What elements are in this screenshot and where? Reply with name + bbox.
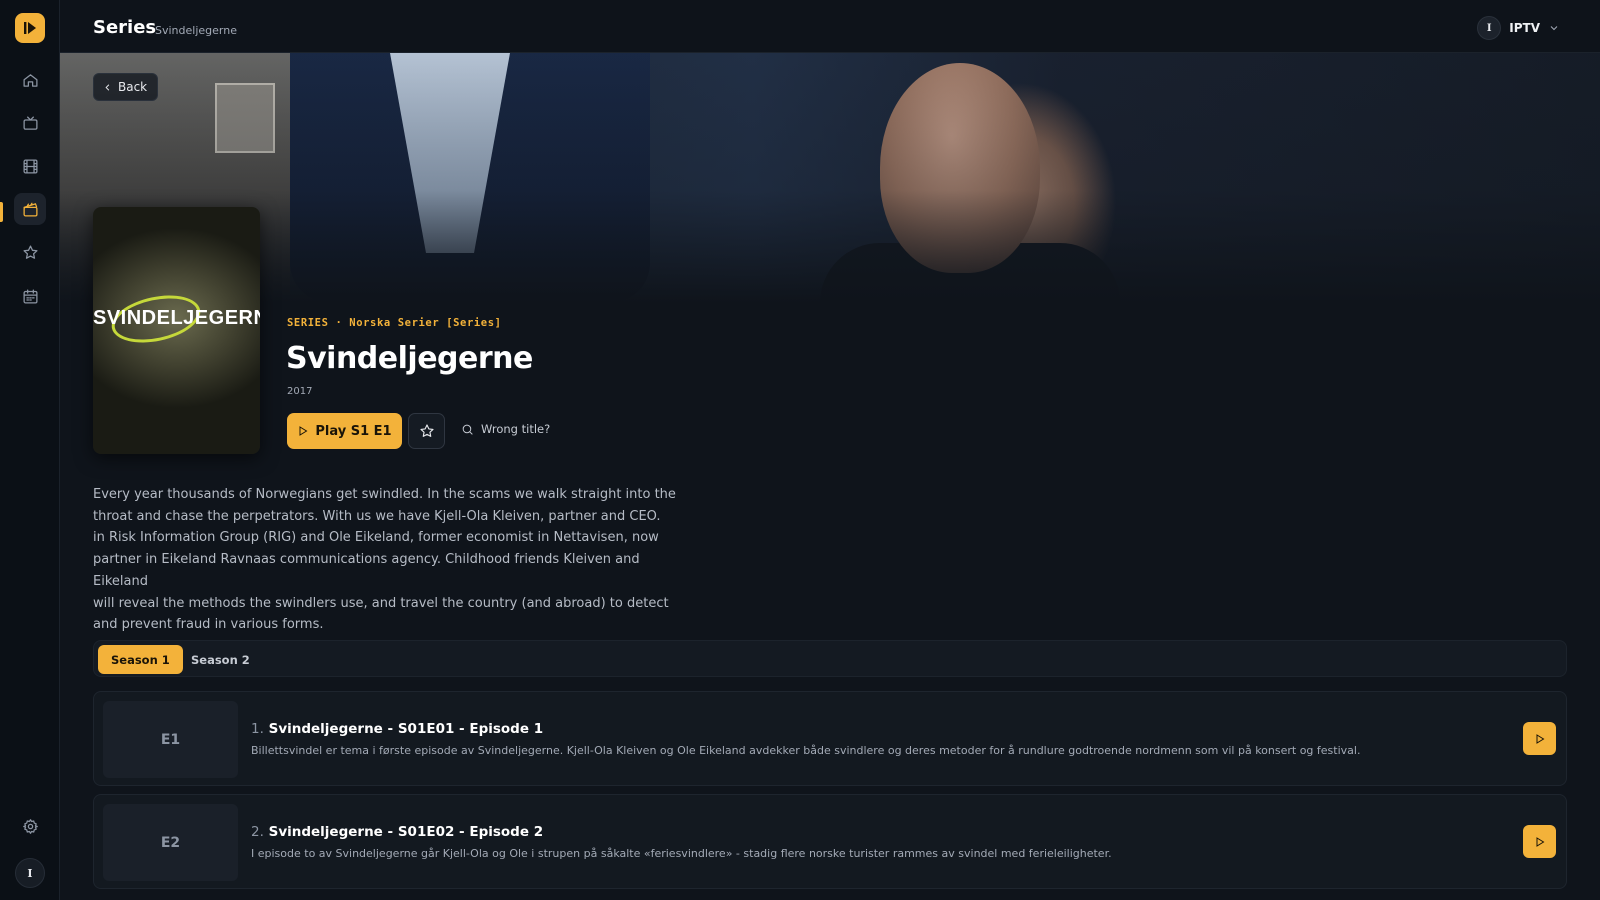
- film-icon: [22, 158, 38, 174]
- play-icon: [1536, 733, 1544, 744]
- episode-row[interactable]: E2 2. Svindeljegerne - S01E02 - Episode …: [93, 794, 1567, 889]
- sidebar-item-movies[interactable]: [14, 150, 46, 182]
- series-poster: SVINDELJEGERNE: [93, 207, 260, 454]
- hero-backdrop: [60, 53, 1600, 303]
- profile-name: IPTV: [1509, 21, 1540, 35]
- settings-button[interactable]: [14, 810, 46, 842]
- series-description: Every year thousands of Norwegians get s…: [93, 487, 676, 633]
- release-year: 2017: [287, 386, 313, 397]
- episode-title: 1. Svindeljegerne - S01E01 - Episode 1: [251, 721, 543, 737]
- favorite-button[interactable]: [408, 413, 445, 449]
- wrong-title-button[interactable]: Wrong title?: [461, 422, 550, 436]
- tab-season-1[interactable]: Season 1: [98, 645, 183, 674]
- episode-play-button[interactable]: [1523, 825, 1556, 858]
- episode-thumbnail: E2: [103, 804, 238, 881]
- profile-menu[interactable]: I IPTV: [1477, 16, 1560, 40]
- category-label: SERIES · Norska Serier [Series]: [287, 317, 502, 329]
- play-label: Play S1 E1: [315, 423, 392, 439]
- poster-logo: SVINDELJEGERNE: [93, 307, 260, 329]
- play-icon: [299, 426, 308, 436]
- chevron-down-icon: [1548, 19, 1560, 38]
- user-avatar[interactable]: I: [15, 858, 45, 888]
- sidebar-item-live-tv[interactable]: [14, 107, 46, 139]
- backdrop-fade: [60, 53, 1600, 303]
- tv-icon: [22, 115, 38, 130]
- episode-title-text: Svindeljegerne - S01E02 - Episode 2: [268, 824, 544, 840]
- search-icon: [462, 424, 473, 435]
- episode-play-button[interactable]: [1523, 722, 1556, 755]
- sidebar-item-series[interactable]: [14, 193, 46, 225]
- tab-season-2[interactable]: Season 2: [178, 645, 263, 674]
- profile-avatar: I: [1477, 16, 1502, 40]
- page-title: Series: [93, 17, 157, 38]
- active-indicator: [0, 202, 3, 222]
- episode-title-text: Svindeljegerne - S01E01 - Episode 1: [268, 721, 544, 737]
- chevron-left-icon: [105, 83, 110, 91]
- clapperboard-icon: [22, 202, 38, 217]
- play-icon: [1536, 836, 1544, 847]
- episode-title: 2. Svindeljegerne - S01E02 - Episode 2: [251, 824, 543, 840]
- episode-description: I episode to av Svindeljegerne går Kjell…: [251, 847, 1112, 860]
- season-tabs: Season 1 Season 2: [93, 640, 1567, 677]
- sidebar-item-favorites[interactable]: [14, 236, 46, 268]
- episode-row[interactable]: E1 1. Svindeljegerne - S01E01 - Episode …: [93, 691, 1567, 786]
- episode-thumbnail: E1: [103, 701, 238, 778]
- back-label: Back: [118, 80, 148, 94]
- play-button[interactable]: Play S1 E1: [287, 413, 402, 449]
- calendar-icon: [22, 288, 38, 304]
- series-title: Svindeljegerne: [286, 341, 533, 376]
- sidebar-item-home[interactable]: [14, 64, 46, 96]
- wrong-title-label: Wrong title?: [481, 422, 551, 436]
- top-bar: Series Svindeljegerne I IPTV: [60, 0, 1600, 53]
- gear-icon: [22, 818, 38, 834]
- star-icon: [22, 244, 38, 259]
- episode-number: 2.: [251, 824, 264, 840]
- page-subtitle: Svindeljegerne: [155, 24, 237, 37]
- play-logo-icon[interactable]: [15, 13, 45, 43]
- star-icon: [419, 424, 434, 437]
- sidebar: I: [0, 0, 60, 900]
- sidebar-item-guide[interactable]: [14, 280, 46, 312]
- episode-number: 1.: [251, 721, 264, 737]
- episode-description: Billettsvindel er tema i første episode …: [251, 744, 1361, 757]
- back-button[interactable]: Back: [93, 73, 159, 101]
- home-icon: [22, 73, 38, 87]
